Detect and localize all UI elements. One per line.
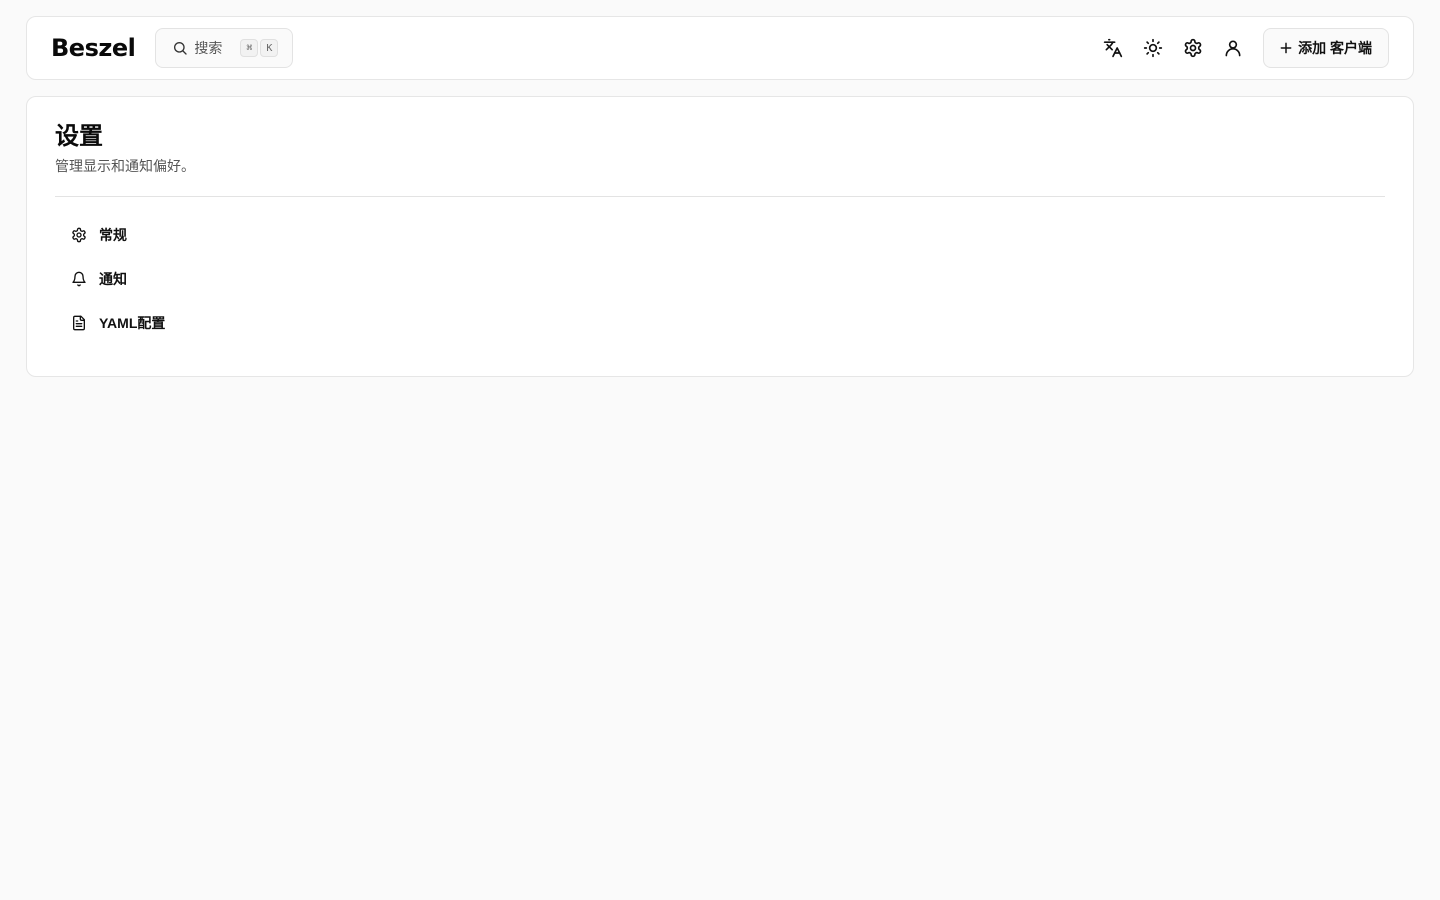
user-icon	[1223, 38, 1243, 58]
user-menu-button[interactable]	[1215, 30, 1251, 66]
file-text-icon	[71, 315, 87, 331]
page-title: 设置	[55, 123, 103, 150]
nav-item-yaml-config[interactable]: YAML配置	[55, 303, 315, 343]
plus-icon	[1278, 40, 1294, 56]
add-client-button[interactable]: 添加 客户端	[1263, 28, 1389, 68]
settings-button[interactable]	[1175, 30, 1211, 66]
shortcut-k-key: K	[260, 39, 279, 57]
bell-icon	[71, 271, 87, 287]
nav-item-notifications[interactable]: 通知	[55, 259, 315, 299]
shortcut-mod-key: ⌘	[240, 39, 259, 57]
settings-nav: 常规 通知 YAML配置	[55, 215, 315, 343]
page-subtitle: 管理显示和通知偏好。	[55, 158, 195, 174]
nav-item-label: 常规	[99, 227, 127, 243]
top-navbar: Beszel 搜索 ⌘ K 添加 客户端	[26, 16, 1414, 80]
theme-toggle-button[interactable]	[1135, 30, 1171, 66]
add-client-label: 添加 客户端	[1298, 40, 1372, 56]
language-button[interactable]	[1095, 30, 1131, 66]
search-label: 搜索	[194, 40, 223, 56]
divider	[55, 196, 1385, 197]
search-button[interactable]: 搜索 ⌘ K	[155, 28, 294, 68]
translate-icon	[1103, 38, 1123, 58]
nav-item-general[interactable]: 常规	[55, 215, 315, 255]
nav-item-label: YAML配置	[99, 315, 166, 331]
gear-icon	[1183, 38, 1203, 58]
nav-item-label: 通知	[99, 271, 127, 287]
settings-card: 设置 管理显示和通知偏好。 常规 通知 YAML配置	[26, 96, 1414, 377]
search-icon	[172, 40, 188, 56]
sun-icon	[1143, 38, 1163, 58]
beszel-logo[interactable]: Beszel	[51, 36, 136, 60]
gear-icon	[71, 227, 87, 243]
